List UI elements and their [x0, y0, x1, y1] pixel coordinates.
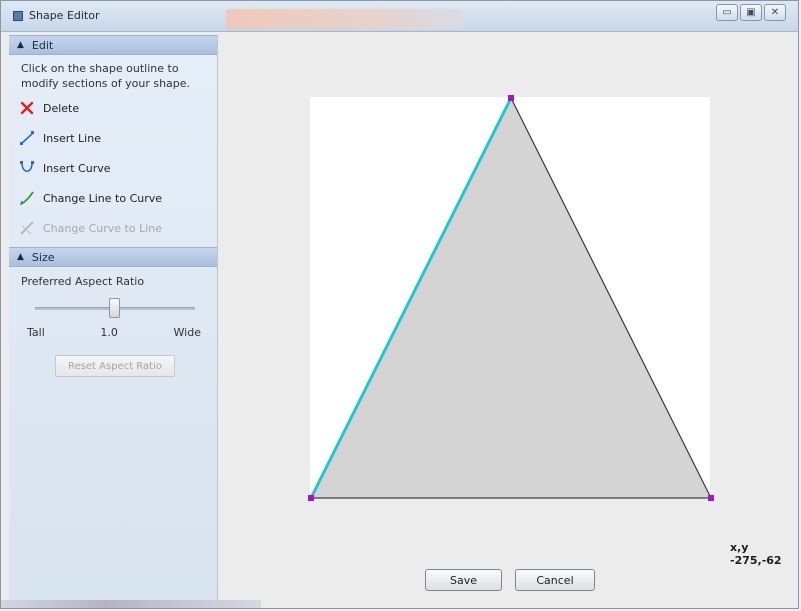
canvas-area: x,y -275,-62 Save Cancel	[218, 35, 798, 608]
tick-label-tall: Tall	[27, 326, 45, 339]
delete-icon	[19, 100, 35, 116]
insert-line-icon	[19, 130, 35, 146]
edit-section-title: Edit	[31, 38, 54, 52]
reset-aspect-ratio-button: Reset Aspect Ratio	[55, 355, 175, 377]
collapse-chevron-icon: ▲	[17, 40, 24, 50]
change-line-to-curve-label: Change Line to Curve	[43, 191, 163, 205]
insert-line-command[interactable]: Insert Line	[9, 123, 217, 153]
size-section-header[interactable]: ▲ Size	[9, 247, 217, 267]
shape-canvas[interactable]	[218, 35, 799, 609]
sidebar: ▲ Edit Click on the shape outline to mod…	[9, 35, 218, 607]
window-title: Shape Editor	[29, 9, 100, 22]
edit-section-header[interactable]: ▲ Edit	[9, 35, 217, 55]
insert-curve-icon	[19, 160, 35, 176]
vertex-handle-bottom-left[interactable]	[308, 495, 314, 501]
delete-command[interactable]: Delete	[9, 93, 217, 123]
background-window-tab	[226, 9, 462, 29]
coordinate-readout: x,y -275,-62	[730, 541, 782, 567]
minimize-button[interactable]: ▭	[716, 4, 738, 21]
edit-help-text: Click on the shape outline to modify sec…	[21, 62, 191, 90]
app-icon	[13, 11, 23, 21]
aspect-ratio-slider[interactable]	[35, 298, 195, 318]
shape-editor-window: Shape Editor ▭ ▣ ✕ ▲ Edit Click on the s…	[0, 0, 799, 609]
delete-label: Delete	[43, 101, 80, 115]
aspect-ratio-label: Preferred Aspect Ratio	[21, 275, 145, 288]
title-bar[interactable]: Shape Editor ▭ ▣ ✕	[1, 1, 798, 32]
close-button[interactable]: ✕	[764, 4, 786, 21]
taskbar-strip	[1, 600, 261, 608]
curve-to-line-icon	[19, 220, 35, 236]
insert-line-label: Insert Line	[43, 131, 101, 145]
cancel-button[interactable]: Cancel	[515, 569, 595, 591]
save-button[interactable]: Save	[425, 569, 502, 591]
line-to-curve-icon	[19, 190, 35, 206]
change-curve-to-line-command: Change Curve to Line	[9, 213, 217, 243]
change-line-to-curve-command[interactable]: Change Line to Curve	[9, 183, 217, 213]
size-section-title: Size	[31, 250, 55, 264]
tick-label-value: 1.0	[100, 326, 118, 339]
insert-curve-command[interactable]: Insert Curve	[9, 153, 217, 183]
vertex-handle-bottom-right[interactable]	[708, 495, 714, 501]
tick-label-wide: Wide	[173, 326, 201, 339]
insert-curve-label: Insert Curve	[43, 161, 111, 175]
vertex-handle-top[interactable]	[508, 95, 514, 101]
change-curve-to-line-label: Change Curve to Line	[43, 221, 163, 235]
maximize-button[interactable]: ▣	[740, 4, 762, 21]
collapse-chevron-icon: ▲	[17, 252, 24, 262]
slider-thumb[interactable]	[109, 298, 120, 318]
